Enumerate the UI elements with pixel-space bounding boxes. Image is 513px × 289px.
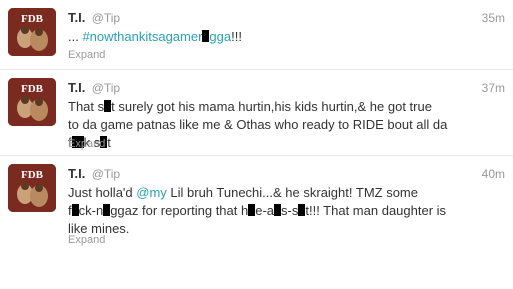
tweet-item[interactable]: FDB T.I. @Tip 37m That st surely got his… <box>0 70 513 156</box>
fullname[interactable]: T.I. <box>68 80 85 95</box>
tweet-item[interactable]: FDB T.I. @Tip 40m Just holla'd @my Lil b… <box>0 156 513 252</box>
expand-link[interactable]: Expand <box>68 234 105 246</box>
timestamp[interactable]: 35m <box>482 10 505 26</box>
avatar-logo-text: FDB <box>21 13 44 25</box>
fullname[interactable]: T.I. <box>68 10 85 25</box>
username[interactable]: @Tip <box>92 167 120 181</box>
expand-link[interactable]: Expand <box>68 138 105 150</box>
tweet-timeline: FDB T.I. @Tip 35m ... #nowthankitsagamer… <box>0 0 513 252</box>
redaction-block <box>274 204 282 216</box>
tweet-text: That st surely got his mama hurtin,his k… <box>68 99 448 150</box>
username[interactable]: @Tip <box>92 81 120 95</box>
mention-link[interactable]: @my <box>136 185 167 200</box>
fullname[interactable]: T.I. <box>68 166 85 181</box>
avatar-logo-text: FDB <box>21 169 44 181</box>
redaction-block <box>71 204 79 216</box>
tweet-header: T.I. @Tip 40m <box>68 166 505 182</box>
tweet-text-segment: ... <box>68 29 83 44</box>
avatar-logo-text: FDB <box>21 83 44 95</box>
tweet-header: T.I. @Tip 37m <box>68 80 505 96</box>
avatar[interactable]: FDB <box>8 164 56 212</box>
tweet-text: Just holla'd @my Lil bruh Tunechi...& he… <box>68 185 447 236</box>
timestamp[interactable]: 40m <box>482 166 505 182</box>
username[interactable]: @Tip <box>92 11 120 25</box>
tweet-text-segment: !!! <box>231 29 242 44</box>
hashtag-link[interactable]: #nowthankitsagamer gga <box>82 29 231 44</box>
timestamp[interactable]: 37m <box>482 80 505 96</box>
tweet-header: T.I. @Tip 35m <box>68 10 505 26</box>
expand-link[interactable]: Expand <box>68 49 105 61</box>
avatar[interactable]: FDB <box>8 78 56 126</box>
tweet-item[interactable]: FDB T.I. @Tip 35m ... #nowthankitsagamer… <box>0 0 513 70</box>
avatar[interactable]: FDB <box>8 8 56 56</box>
tweet-text: ... #nowthankitsagamer gga!!! <box>68 28 505 46</box>
